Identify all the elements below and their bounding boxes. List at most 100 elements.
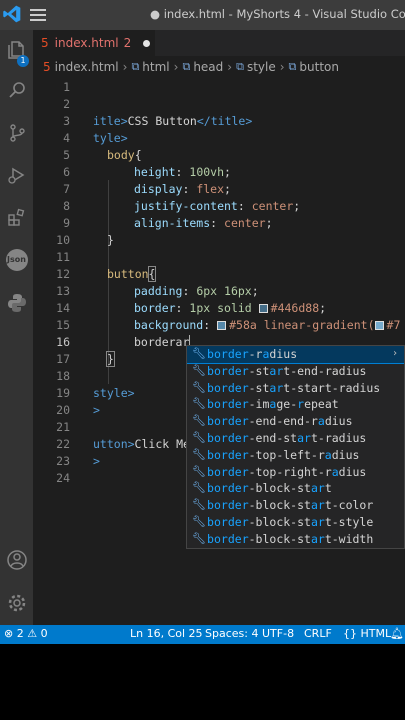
breadcrumb-item-head[interactable]: head <box>193 60 223 74</box>
line-number: 14 <box>56 301 70 315</box>
vscode-logo-icon <box>3 5 21 23</box>
code-line: button{ <box>107 266 157 283</box>
error-icon: ⊗ <box>4 627 14 640</box>
suggestion-label: border-block-start-width <box>207 531 374 546</box>
suggestion-label: border-radius <box>207 347 298 361</box>
line-number: 11 <box>56 250 70 264</box>
json-extension-icon[interactable]: Json <box>0 245 33 275</box>
warning-icon: ⚠ <box>27 627 38 640</box>
suggestion-item[interactable]: 🔧︎ border-block-start-style <box>187 514 404 531</box>
suggestion-item[interactable]: 🔧︎ border-start-start-radius <box>187 380 404 397</box>
css-selector: body <box>107 148 135 162</box>
suggestion-label: border-image-repeat <box>207 397 339 412</box>
color-swatch-icon[interactable] <box>258 304 268 313</box>
extensions-icon[interactable] <box>0 202 33 232</box>
chevron-right-icon: › <box>227 60 233 74</box>
notifications-bell-icon[interactable]: 🔔︎ <box>390 627 404 640</box>
css-property: border <box>134 301 176 315</box>
css-value: #58a linear-gradient( <box>229 318 375 332</box>
color-swatch-icon[interactable] <box>374 321 384 330</box>
breadcrumb-item-html[interactable]: html <box>142 60 169 74</box>
wrench-icon: 🔧︎ <box>192 514 206 528</box>
line-ending[interactable]: CRLF <box>304 627 332 640</box>
search-icon[interactable] <box>0 75 33 105</box>
suggestion-item[interactable]: 🔧︎ border-top-right-radius <box>187 464 404 481</box>
suggestion-item[interactable]: 🔧︎ border-top-left-radius <box>187 447 404 464</box>
suggestion-item[interactable]: 🔧︎ border-block-start-color <box>187 497 404 514</box>
suggestion-label: border-block-start-color <box>207 498 374 513</box>
encoding[interactable]: UTF-8 <box>262 627 294 640</box>
wrench-icon: 🔧︎ <box>192 464 206 478</box>
line-number: 15 <box>56 318 70 332</box>
explorer-badge: 1 <box>17 55 29 67</box>
python-icon[interactable] <box>0 288 33 318</box>
language-mode[interactable]: {} HTML <box>343 627 391 640</box>
css-property: background <box>134 318 204 332</box>
title-bar: ● index.html - MyShorts 4 - Visual Studi… <box>0 0 405 30</box>
code-line: } <box>107 232 114 249</box>
suggestion-item[interactable]: 🔧︎ border-start-end-radius <box>187 363 404 380</box>
suggestion-label: border-block-start <box>207 481 332 496</box>
line-number: 2 <box>63 97 70 111</box>
element-icon: ⧉ <box>288 60 297 73</box>
code-line: padding: 6px 16px; <box>134 284 259 298</box>
line-number: 18 <box>56 369 70 383</box>
line-number: 9 <box>63 216 70 230</box>
wrench-icon: 🔧︎ <box>192 414 206 428</box>
problems-indicator[interactable]: ⊗ 2 ⚠ 0 <box>4 627 48 640</box>
code-line: border: 1px solid #446d88; <box>134 301 327 315</box>
chevron-right-icon: › <box>122 60 128 74</box>
breadcrumb: 5 index.html › ⧉ html › ⧉ head › ⧉ style… <box>33 56 405 78</box>
code-text: Click Me <box>134 437 190 451</box>
wrench-icon: 🔧︎ <box>192 498 206 512</box>
line-number: 3 <box>63 114 70 128</box>
run-debug-icon[interactable] <box>0 160 33 190</box>
breadcrumb-item-button[interactable]: button <box>299 60 339 74</box>
suggestion-item[interactable]: 🔧︎ border-end-start-radius <box>187 430 404 447</box>
tab-index-html[interactable]: 5 index.html 2 <box>33 30 155 56</box>
line-number: 6 <box>63 165 70 179</box>
account-icon[interactable] <box>0 545 33 575</box>
suggestion-item[interactable]: 🔧︎ border-end-end-radius <box>187 413 404 430</box>
breadcrumb-item-file[interactable]: index.html <box>55 60 119 74</box>
read-more-icon[interactable]: › <box>392 346 398 363</box>
breadcrumb-item-style[interactable]: style <box>247 60 276 74</box>
code-line: display: flex; <box>134 182 231 196</box>
matched-bracket: } <box>106 351 115 367</box>
language-label: HTML <box>360 627 392 640</box>
wrench-icon: 🔧︎ <box>192 380 206 394</box>
line-number: 7 <box>63 182 70 196</box>
code-line: justify-content: center; <box>134 199 301 213</box>
line-number: 8 <box>63 199 70 213</box>
line-number: 17 <box>56 352 70 366</box>
cursor-position[interactable]: Ln 16, Col 25 <box>130 627 203 640</box>
suggestion-item[interactable]: 🔧︎ border-block-start <box>187 480 404 497</box>
warning-count: 0 <box>40 627 48 640</box>
suggestion-item[interactable]: 🔧︎ border-block-start-width <box>187 531 404 548</box>
css-value: center <box>224 216 266 230</box>
indentation[interactable]: Spaces: 4 <box>205 627 258 640</box>
color-swatch-icon[interactable] <box>217 321 227 330</box>
braces-icon: {} <box>343 627 357 640</box>
suggestion-item[interactable]: 🔧︎ border-radius › <box>187 346 404 364</box>
suggestion-label: border-start-end-radius <box>207 363 367 378</box>
suggestion-item[interactable]: 🔧︎ border-image-repeat <box>187 396 404 413</box>
wrench-icon: 🔧︎ <box>192 363 206 377</box>
tab-bar: 5 index.html 2 <box>33 30 405 56</box>
settings-gear-icon[interactable] <box>0 588 33 618</box>
explorer-icon[interactable]: 1 <box>0 35 33 67</box>
code-line: tyle> <box>93 130 128 147</box>
code-line: } <box>106 351 115 368</box>
css-property: height <box>134 165 176 179</box>
code-line: itle>CSS Button</title> <box>93 113 252 130</box>
code-tag: style> <box>93 386 135 400</box>
autocomplete-widget[interactable]: 🔧︎ border-radius › 🔧︎ border-start-end-radi… <box>186 345 405 549</box>
line-number: 5 <box>63 148 70 162</box>
unsaved-dot-icon[interactable] <box>143 39 151 47</box>
tab-filename: index.html <box>54 36 119 50</box>
css-property: align-items <box>134 216 211 230</box>
menu-hamburger-icon[interactable] <box>30 7 46 21</box>
code-tag: > <box>93 403 100 417</box>
source-control-icon[interactable] <box>0 118 33 148</box>
suggestion-label: border-block-start-style <box>207 514 374 529</box>
